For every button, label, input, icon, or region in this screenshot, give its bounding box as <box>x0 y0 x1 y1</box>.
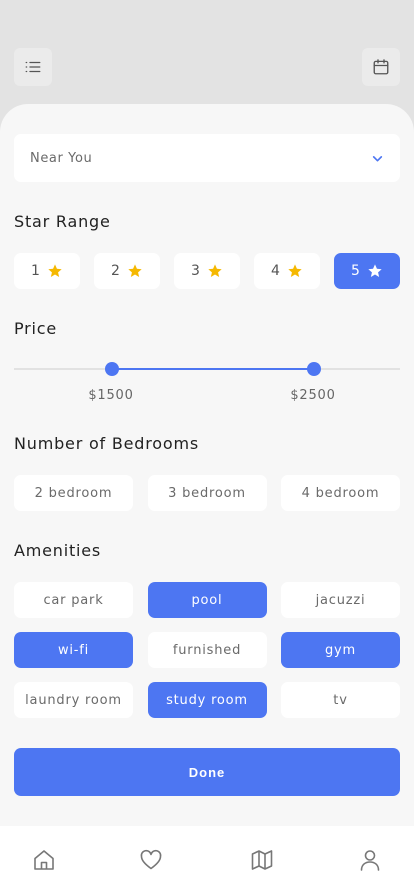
map-icon <box>251 850 273 870</box>
heart-icon <box>140 849 162 870</box>
price-max-label: $2500 <box>290 388 336 403</box>
star-option-3[interactable]: 3 <box>174 253 240 289</box>
bottom-nav <box>0 826 414 896</box>
home-icon <box>34 850 54 870</box>
amenities-row-3: laundry room study room tv <box>14 682 400 718</box>
star-option-4[interactable]: 4 <box>254 253 320 289</box>
location-value: Near You <box>30 150 93 166</box>
amenity-gym[interactable]: gym <box>281 632 400 668</box>
nav-home[interactable] <box>32 848 56 872</box>
nav-profile[interactable] <box>358 848 382 872</box>
amenity-wifi[interactable]: wi-fi <box>14 632 133 668</box>
amenity-tv[interactable]: tv <box>281 682 400 718</box>
calendar-button[interactable] <box>362 48 400 86</box>
nav-map[interactable] <box>250 848 274 872</box>
price-min-label: $1500 <box>88 388 134 403</box>
amenity-laundry-room[interactable]: laundry room <box>14 682 133 718</box>
star-icon <box>208 264 222 277</box>
done-button[interactable]: Done <box>14 748 400 796</box>
star-range-heading: Star Range <box>14 212 111 231</box>
amenity-furnished[interactable]: furnished <box>147 632 267 668</box>
star-icon <box>48 264 62 277</box>
star-icon <box>128 264 142 277</box>
star-option-1[interactable]: 1 <box>14 253 80 289</box>
chevron-down-icon <box>372 155 383 161</box>
star-option-label: 2 <box>111 263 120 279</box>
bedrooms-heading: Number of Bedrooms <box>14 434 199 453</box>
nav-favorites[interactable] <box>139 848 163 872</box>
amenities-row-1: car park pool jacuzzi <box>14 582 400 618</box>
bedroom-options: 2 bedroom 3 bedroom 4 bedroom <box>14 475 400 511</box>
amenity-jacuzzi[interactable]: jacuzzi <box>281 582 400 618</box>
star-option-label: 5 <box>351 263 360 279</box>
bedroom-option-2[interactable]: 2 bedroom <box>14 475 133 511</box>
star-option-label: 3 <box>191 263 200 279</box>
star-range-options: 1 2 3 4 5 <box>14 253 400 289</box>
amenity-study-room[interactable]: study room <box>147 682 267 718</box>
star-option-5[interactable]: 5 <box>334 253 400 289</box>
star-option-2[interactable]: 2 <box>94 253 160 289</box>
list-icon <box>25 61 41 73</box>
profile-icon <box>360 850 380 871</box>
amenities-heading: Amenities <box>14 541 102 560</box>
star-option-label: 1 <box>31 263 40 279</box>
price-slider-max-handle[interactable] <box>307 362 321 376</box>
star-option-label: 4 <box>271 263 280 279</box>
price-slider-min-handle[interactable] <box>105 362 119 376</box>
price-slider-range <box>112 368 314 370</box>
amenity-pool[interactable]: pool <box>147 582 267 618</box>
star-icon <box>288 264 302 277</box>
star-icon <box>368 264 382 277</box>
amenity-car-park[interactable]: car park <box>14 582 133 618</box>
price-heading: Price <box>14 319 58 338</box>
location-select[interactable]: Near You <box>14 134 400 182</box>
amenities-row-2: wi-fi furnished gym <box>14 632 400 668</box>
bedroom-option-4[interactable]: 4 bedroom <box>281 475 400 511</box>
menu-button[interactable] <box>14 48 52 86</box>
calendar-icon <box>373 59 389 75</box>
bedroom-option-3[interactable]: 3 bedroom <box>147 475 267 511</box>
